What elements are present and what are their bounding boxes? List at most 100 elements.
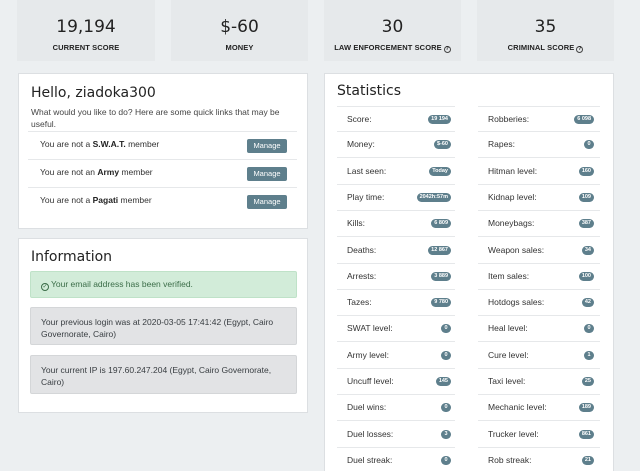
stat-label: Arrests: bbox=[347, 270, 377, 281]
question-icon[interactable]: ? bbox=[576, 46, 584, 53]
stat-label: Score: bbox=[347, 114, 372, 124]
pagati-member-row: You are not a Pagati member Manage bbox=[28, 187, 297, 215]
stat-row: SWAT level: 0 bbox=[337, 316, 455, 343]
stat-value-badge: 25 bbox=[581, 377, 594, 386]
stat-row: Item sales: 100 bbox=[478, 264, 600, 290]
statistics-panel: Statistics Score: 19 194 Money: $-60 Last se… bbox=[324, 73, 614, 471]
stat-row: Last seen: Today bbox=[337, 159, 455, 185]
stat-value-badge: 387 bbox=[578, 219, 594, 229]
stat-label: Kidnap level: bbox=[488, 191, 537, 202]
stat-label: SWAT level: bbox=[347, 323, 393, 334]
stat-row: Duel wins: 0 bbox=[337, 395, 455, 422]
stat-label: Item sales: bbox=[488, 270, 530, 281]
stat-value-badge: 6 098 bbox=[574, 115, 594, 124]
swat-member-row: You are not a S.W.A.T. member Manage bbox=[28, 131, 297, 159]
stat-value-badge: 3 889 bbox=[431, 271, 451, 281]
welcome-title: Hello, ziadoka300 bbox=[31, 85, 156, 101]
stat-label: Deaths: bbox=[347, 244, 377, 255]
stat-value-badge: 109 bbox=[578, 192, 594, 202]
welcome-panel: Hello, ziadoka300 What would you like to… bbox=[18, 73, 308, 229]
stat-row: Hotdogs sales: 42 bbox=[478, 290, 600, 317]
manage-pagati-button[interactable]: Manage bbox=[247, 195, 287, 209]
stat-card-current-score: 19,194 CURRENT SCORE bbox=[17, 0, 155, 61]
manage-army-button[interactable]: Manage bbox=[247, 167, 287, 181]
stat-label: Moneybags: bbox=[488, 218, 535, 229]
stat-label: Taxi level: bbox=[488, 376, 526, 386]
stat-row: Kills: 6 809 bbox=[337, 211, 455, 238]
stat-value-badge: 12 867 bbox=[428, 245, 451, 255]
stat-label: Cure level: bbox=[488, 349, 529, 360]
stat-value-badge: 0 bbox=[441, 350, 451, 360]
stat-label: Duel wins: bbox=[347, 402, 387, 413]
information-panel: Information ✓ Your email address has been… bbox=[18, 238, 308, 413]
stat-label: Heal level: bbox=[488, 323, 528, 334]
stat-row: Army level: 0 bbox=[337, 343, 455, 369]
current-score-label: CURRENT SCORE bbox=[52, 43, 120, 52]
stat-row: Uncuff level: 145 bbox=[337, 369, 455, 395]
stat-label: Money: bbox=[347, 139, 375, 150]
stat-label: Tazes: bbox=[347, 297, 372, 308]
stat-row: Money: $-60 bbox=[337, 132, 455, 159]
stat-value-badge: 34 bbox=[581, 245, 594, 255]
stat-row: Arrests: 3 889 bbox=[337, 264, 455, 290]
stat-row: Weapon sales: 34 bbox=[478, 238, 600, 264]
stat-value-badge: 0 bbox=[441, 455, 451, 465]
stat-label: Hotdogs sales: bbox=[488, 297, 545, 308]
stat-label: Army level: bbox=[347, 349, 390, 360]
stat-row: Taxi level: 25 bbox=[478, 369, 600, 395]
stat-label: Hitman level: bbox=[488, 165, 538, 176]
swat-member-text: You are not a S.W.A.T. member bbox=[40, 139, 160, 149]
stat-label: Uncuff level: bbox=[347, 376, 394, 386]
stat-value-badge: 42 bbox=[581, 298, 594, 308]
stat-value-badge: Today bbox=[429, 166, 451, 176]
stat-label: Kills: bbox=[347, 218, 365, 229]
stat-row: Score: 19 194 bbox=[337, 106, 455, 132]
stat-value-badge: 2042h:57m bbox=[416, 192, 451, 202]
stat-value-badge: 1 bbox=[584, 350, 594, 360]
stat-row: Cure level: 1 bbox=[478, 343, 600, 369]
manage-swat-button[interactable]: Manage bbox=[247, 139, 287, 153]
stat-label: Rob streak: bbox=[488, 454, 532, 465]
stat-label: Trucker level: bbox=[488, 428, 539, 439]
stat-row: Mechanic level: 189 bbox=[478, 395, 600, 422]
stat-row: Duel losses: 3 bbox=[337, 422, 455, 448]
question-icon[interactable]: ? bbox=[443, 46, 451, 53]
stat-row: Hitman level: 160 bbox=[478, 159, 600, 185]
money-label: MONEY bbox=[225, 43, 254, 52]
stat-card-money: $-60 MONEY bbox=[171, 0, 308, 61]
stat-value-badge: $-60 bbox=[433, 140, 451, 150]
current-score-value: 19,194 bbox=[56, 17, 116, 37]
stat-label: Last seen: bbox=[347, 165, 387, 176]
stat-value-badge: 100 bbox=[578, 271, 594, 281]
stat-label: Weapon sales: bbox=[488, 244, 545, 255]
criminal-score-value: 35 bbox=[534, 17, 557, 37]
stat-row: Play time: 2042h:57m bbox=[337, 185, 455, 211]
stat-row: Rob streak: 21 bbox=[478, 448, 600, 471]
stat-row: Robberies: 6 098 bbox=[478, 106, 600, 132]
stat-row: Tazes: 9 780 bbox=[337, 290, 455, 317]
stat-row: Rapes: 0 bbox=[478, 132, 600, 159]
stat-row: Deaths: 12 867 bbox=[337, 238, 455, 264]
check-circle-icon: ✓ bbox=[41, 283, 49, 291]
criminal-score-label: CRIMINAL SCORE? bbox=[507, 43, 584, 53]
stat-label: Rapes: bbox=[488, 139, 515, 150]
email-verified-alert: ✓ Your email address has been verified. bbox=[30, 271, 297, 298]
stat-row: Heal level: 0 bbox=[478, 316, 600, 343]
information-title: Information bbox=[31, 249, 113, 265]
stat-row: Kidnap level: 109 bbox=[478, 185, 600, 211]
stat-value-badge: 0 bbox=[584, 140, 594, 150]
stat-value-badge: 0 bbox=[584, 324, 594, 334]
law-enforcement-score-value: 30 bbox=[381, 17, 404, 37]
army-member-text: You are not an Army member bbox=[40, 167, 153, 177]
stat-label: Play time: bbox=[347, 191, 385, 202]
stat-value-badge: 21 bbox=[581, 455, 594, 465]
stat-card-law-enforcement-score: 30 LAW ENFORCEMENT SCORE? bbox=[324, 0, 461, 61]
stat-value-badge: 19 194 bbox=[428, 115, 451, 124]
pagati-member-text: You are not a Pagati member bbox=[40, 195, 152, 205]
stat-row: Trucker level: 861 bbox=[478, 422, 600, 448]
stat-row: Duel streak: 0 bbox=[337, 448, 455, 471]
stat-value-badge: 0 bbox=[441, 403, 451, 413]
stat-label: Mechanic level: bbox=[488, 402, 547, 413]
stat-label: Duel losses: bbox=[347, 428, 394, 439]
money-value: $-60 bbox=[220, 17, 259, 37]
